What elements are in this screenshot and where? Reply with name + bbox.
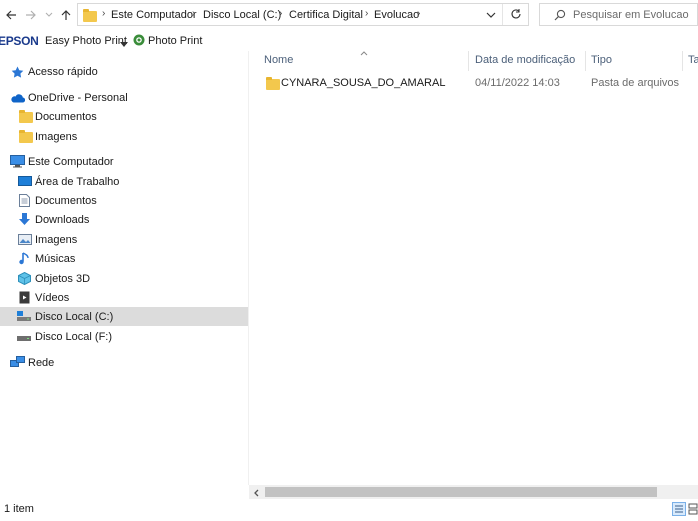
nav-documentos[interactable]: Documentos <box>0 191 248 210</box>
music-note-icon <box>19 252 33 265</box>
nav-onedrive-imagens[interactable]: Imagens <box>0 127 248 146</box>
epson-logo: EPSON <box>0 34 39 48</box>
desktop-icon <box>18 176 32 188</box>
column-divider[interactable] <box>682 51 683 71</box>
download-arrow-icon <box>18 213 32 225</box>
table-row[interactable]: CYNARA_SOUSA_DO_AMARAL 04/11/2022 14:03 … <box>256 73 686 93</box>
nav-disco-local-f[interactable]: Disco Local (F:) <box>0 327 248 346</box>
nav-network[interactable]: Rede <box>0 353 248 372</box>
folder-icon <box>83 9 97 22</box>
epson-toolbar: EPSON Easy Photo Print Photo Print <box>0 31 698 51</box>
dropdown-arrow-icon[interactable] <box>120 38 128 50</box>
computer-icon <box>10 155 25 168</box>
breadcrumb-evolucao[interactable]: Evolucao <box>374 9 419 21</box>
search-input-placeholder[interactable]: Pesquisar em Evolucao <box>573 9 689 21</box>
large-icons-view-icon[interactable] <box>688 502 698 516</box>
nav-label: Downloads <box>35 213 90 226</box>
document-icon <box>19 194 33 207</box>
recent-locations-chevron-icon[interactable] <box>40 6 58 24</box>
column-header-name[interactable]: Nome <box>264 54 293 66</box>
easy-photo-print-button[interactable]: Easy Photo Print <box>45 35 127 47</box>
status-bar: 1 item <box>0 499 698 521</box>
nav-label: Área de Trabalho <box>35 175 120 188</box>
nav-onedrive-documentos[interactable]: Documentos <box>0 107 248 126</box>
column-header-type[interactable]: Tipo <box>591 54 612 66</box>
column-divider[interactable] <box>468 51 469 71</box>
breadcrumb-este-computador[interactable]: Este Computador <box>111 9 197 21</box>
address-box[interactable]: › Este Computador › Disco Local (C:) › C… <box>77 3 529 26</box>
drive-icon <box>17 311 31 323</box>
nav-this-pc[interactable]: Este Computador <box>0 152 248 171</box>
column-header-modified[interactable]: Data de modificação <box>475 54 575 66</box>
details-view-icon[interactable] <box>672 502 686 516</box>
scrollbar-thumb[interactable] <box>265 487 657 497</box>
breadcrumb-certifica-digital[interactable]: Certifica Digital <box>289 9 363 21</box>
navigation-pane: Acesso rápido OneDrive - Personal Docume… <box>0 51 248 495</box>
file-modified-date: 04/11/2022 14:03 <box>475 77 560 89</box>
nav-onedrive[interactable]: OneDrive - Personal <box>0 88 248 107</box>
pictures-icon <box>18 234 32 246</box>
cube-3d-icon <box>18 271 32 286</box>
nav-label: Vídeos <box>35 291 70 304</box>
breadcrumb-separator-icon[interactable]: › <box>417 8 420 19</box>
column-header-size[interactable]: Ta <box>688 54 698 66</box>
nav-label: Imagens <box>35 233 78 246</box>
nav-label: Acesso rápido <box>28 65 98 78</box>
nav-objetos-3d[interactable]: Objetos 3D <box>0 269 248 288</box>
breadcrumb-separator-icon[interactable]: › <box>192 8 195 19</box>
nav-disco-local-c[interactable]: Disco Local (C:) <box>0 307 248 326</box>
file-list-pane: Nome Data de modificação Tipo Ta CYNARA_… <box>248 51 698 495</box>
breadcrumb-disco-local-c[interactable]: Disco Local (C:) <box>203 9 281 21</box>
address-bar-row: › Este Computador › Disco Local (C:) › C… <box>0 0 698 31</box>
nav-imagens[interactable]: Imagens <box>0 230 248 249</box>
nav-quick-access[interactable]: Acesso rápido <box>0 62 248 81</box>
nav-label: Disco Local (C:) <box>35 310 114 323</box>
breadcrumb-separator-icon[interactable]: › <box>279 8 282 19</box>
nav-label: Imagens <box>35 130 78 143</box>
photo-print-icon <box>133 34 145 49</box>
video-icon <box>19 291 33 304</box>
nav-label: Documentos <box>35 194 97 207</box>
search-icon <box>554 9 566 24</box>
item-count: 1 item <box>4 503 34 515</box>
nav-label: Este Computador <box>28 155 114 168</box>
nav-label: Objetos 3D <box>35 272 91 285</box>
back-arrow-icon[interactable] <box>2 6 20 24</box>
horizontal-scrollbar[interactable] <box>249 485 698 499</box>
up-arrow-icon[interactable] <box>57 6 75 24</box>
nav-videos[interactable]: Vídeos <box>0 288 248 307</box>
nav-label: Rede <box>28 356 55 369</box>
sort-up-chevron-icon <box>360 47 368 59</box>
nav-label: Disco Local (F:) <box>35 330 113 343</box>
photo-print-button[interactable]: Photo Print <box>148 35 202 47</box>
refresh-icon[interactable] <box>510 8 522 23</box>
nav-label: Músicas <box>35 252 76 265</box>
search-box[interactable]: Pesquisar em Evolucao <box>539 3 698 26</box>
star-icon <box>11 66 25 78</box>
nav-downloads[interactable]: Downloads <box>0 210 248 229</box>
drive-icon <box>17 333 31 345</box>
folder-icon <box>266 77 280 90</box>
cloud-icon <box>10 93 26 105</box>
folder-icon <box>19 130 33 143</box>
breadcrumb-separator-icon[interactable]: › <box>102 8 105 19</box>
file-type: Pasta de arquivos <box>591 77 680 89</box>
file-name: CYNARA_SOUSA_DO_AMARAL <box>281 77 446 89</box>
nav-desktop[interactable]: Área de Trabalho <box>0 172 248 191</box>
breadcrumb-separator-icon[interactable]: › <box>365 8 368 19</box>
nav-label: Documentos <box>35 110 97 123</box>
address-dropdown-chevron-icon[interactable] <box>486 10 496 22</box>
folder-icon <box>19 110 33 123</box>
nav-label: OneDrive - Personal <box>28 91 128 104</box>
nav-musicas[interactable]: Músicas <box>0 249 248 268</box>
column-divider[interactable] <box>585 51 586 71</box>
network-icon <box>10 356 25 368</box>
forward-arrow-icon[interactable] <box>22 6 40 24</box>
